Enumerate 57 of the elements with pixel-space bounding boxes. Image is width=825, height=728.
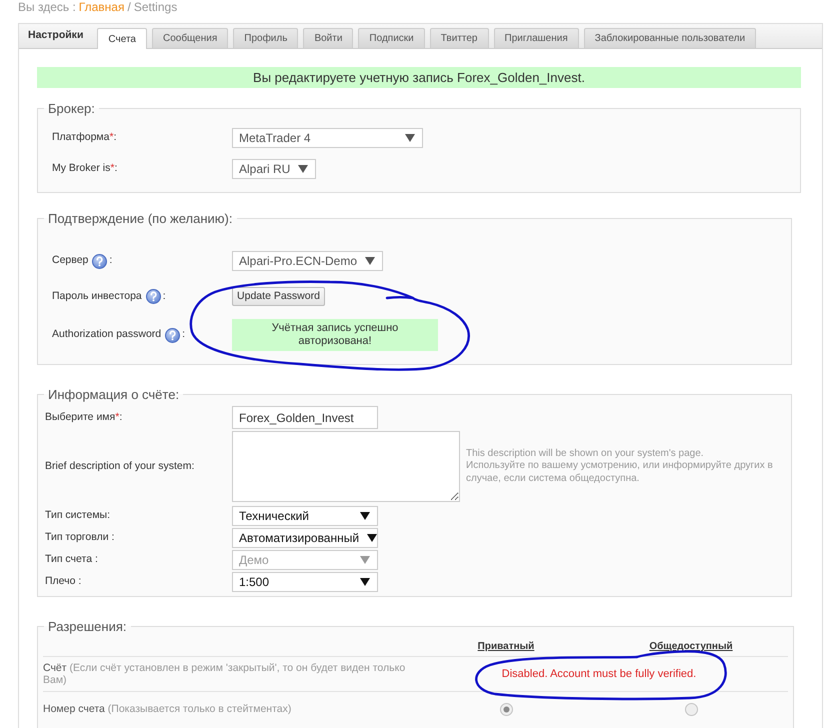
- caret-icon: [360, 556, 370, 564]
- caret-icon: [298, 165, 308, 173]
- permission-label: Счёт (Если счёт установлен в режим 'закрытый', то он будет виден только Вам): [43, 662, 406, 686]
- breadcrumb-current: Settings: [134, 0, 178, 15]
- column-header: Приватный: [478, 641, 534, 653]
- tab[interactable]: Сообщения: [152, 28, 228, 48]
- dropdown-select[interactable]: Автоматизированный: [232, 528, 378, 548]
- settings-title: Настройки: [28, 28, 84, 44]
- caret-icon: [405, 134, 415, 142]
- error-message: Disabled. Account must be fully verified.: [502, 666, 698, 682]
- help-icon[interactable]: [146, 289, 161, 304]
- tab[interactable]: Счета: [97, 28, 147, 49]
- help-icon[interactable]: [165, 328, 180, 342]
- success-message: Учётная запись успешно авторизована!: [232, 319, 438, 351]
- section-legend: Информация о счёте:: [44, 387, 184, 402]
- field-label: Тип счета :: [45, 552, 98, 568]
- field-label: Платформа*:: [52, 130, 116, 146]
- section-legend: Подтверждение (по желанию):: [44, 211, 236, 226]
- section-legend: Брокер:: [44, 101, 99, 116]
- field-label: Authorization password: [52, 327, 162, 342]
- tab[interactable]: Твиттер: [430, 28, 488, 48]
- field-label: Плечо :: [45, 574, 82, 590]
- dropdown-select[interactable]: 1:500: [232, 572, 378, 592]
- dropdown-select[interactable]: Технический: [232, 506, 378, 526]
- breadcrumb-separator: /: [127, 0, 131, 15]
- help-icon[interactable]: [92, 254, 108, 268]
- tab[interactable]: Войти: [303, 28, 354, 48]
- hint-text: Используйте по вашему усмотрению, или информируйте других в случае, если система общедоступна.: [466, 460, 774, 486]
- field-label: Пароль инвестора: [52, 288, 142, 304]
- dropdown-select[interactable]: Alpari-Pro.ECN-Demo: [232, 251, 384, 271]
- section-legend: Разрешения:: [44, 619, 130, 634]
- caret-icon: [365, 257, 376, 265]
- update-button[interactable]: Update Password: [232, 287, 325, 306]
- dropdown-select[interactable]: Alpari RU: [232, 159, 316, 179]
- field-label: My Broker is*:: [52, 161, 118, 176]
- dropdown-select[interactable]: MetaTrader 4: [232, 128, 423, 148]
- column-header: Общедоступный: [649, 641, 733, 653]
- breadcrumb-label: Вы здесь :: [18, 0, 76, 15]
- field-label: Тип системы:: [45, 508, 110, 524]
- tab[interactable]: Приглашения: [494, 28, 579, 48]
- caret-icon: [367, 534, 378, 542]
- tab[interactable]: Заблокированные пользователи: [584, 28, 756, 48]
- notice-banner: Вы редактируете учетную запись Forex_Golden_Invest.: [37, 67, 801, 88]
- field-label: Сервер: [52, 253, 88, 268]
- label-colon: :: [182, 327, 186, 342]
- field-label: Тип торговли :: [45, 530, 114, 546]
- tab[interactable]: Профиль: [233, 28, 298, 48]
- hint-text: This description will be shown on your system's page.: [466, 448, 705, 460]
- text-input[interactable]: Forex_Golden_Invest: [232, 406, 378, 429]
- caret-icon: [360, 512, 370, 520]
- label-colon: :: [162, 288, 166, 304]
- caret-icon: [360, 578, 370, 586]
- field-label: Brief description of your system:: [45, 458, 194, 474]
- permission-label: Номер счета (Показывается только в стейтментах): [43, 703, 292, 716]
- label-colon: :: [109, 253, 112, 268]
- field-label: Выберите имя*:: [45, 410, 122, 425]
- tab[interactable]: Подписки: [358, 28, 425, 48]
